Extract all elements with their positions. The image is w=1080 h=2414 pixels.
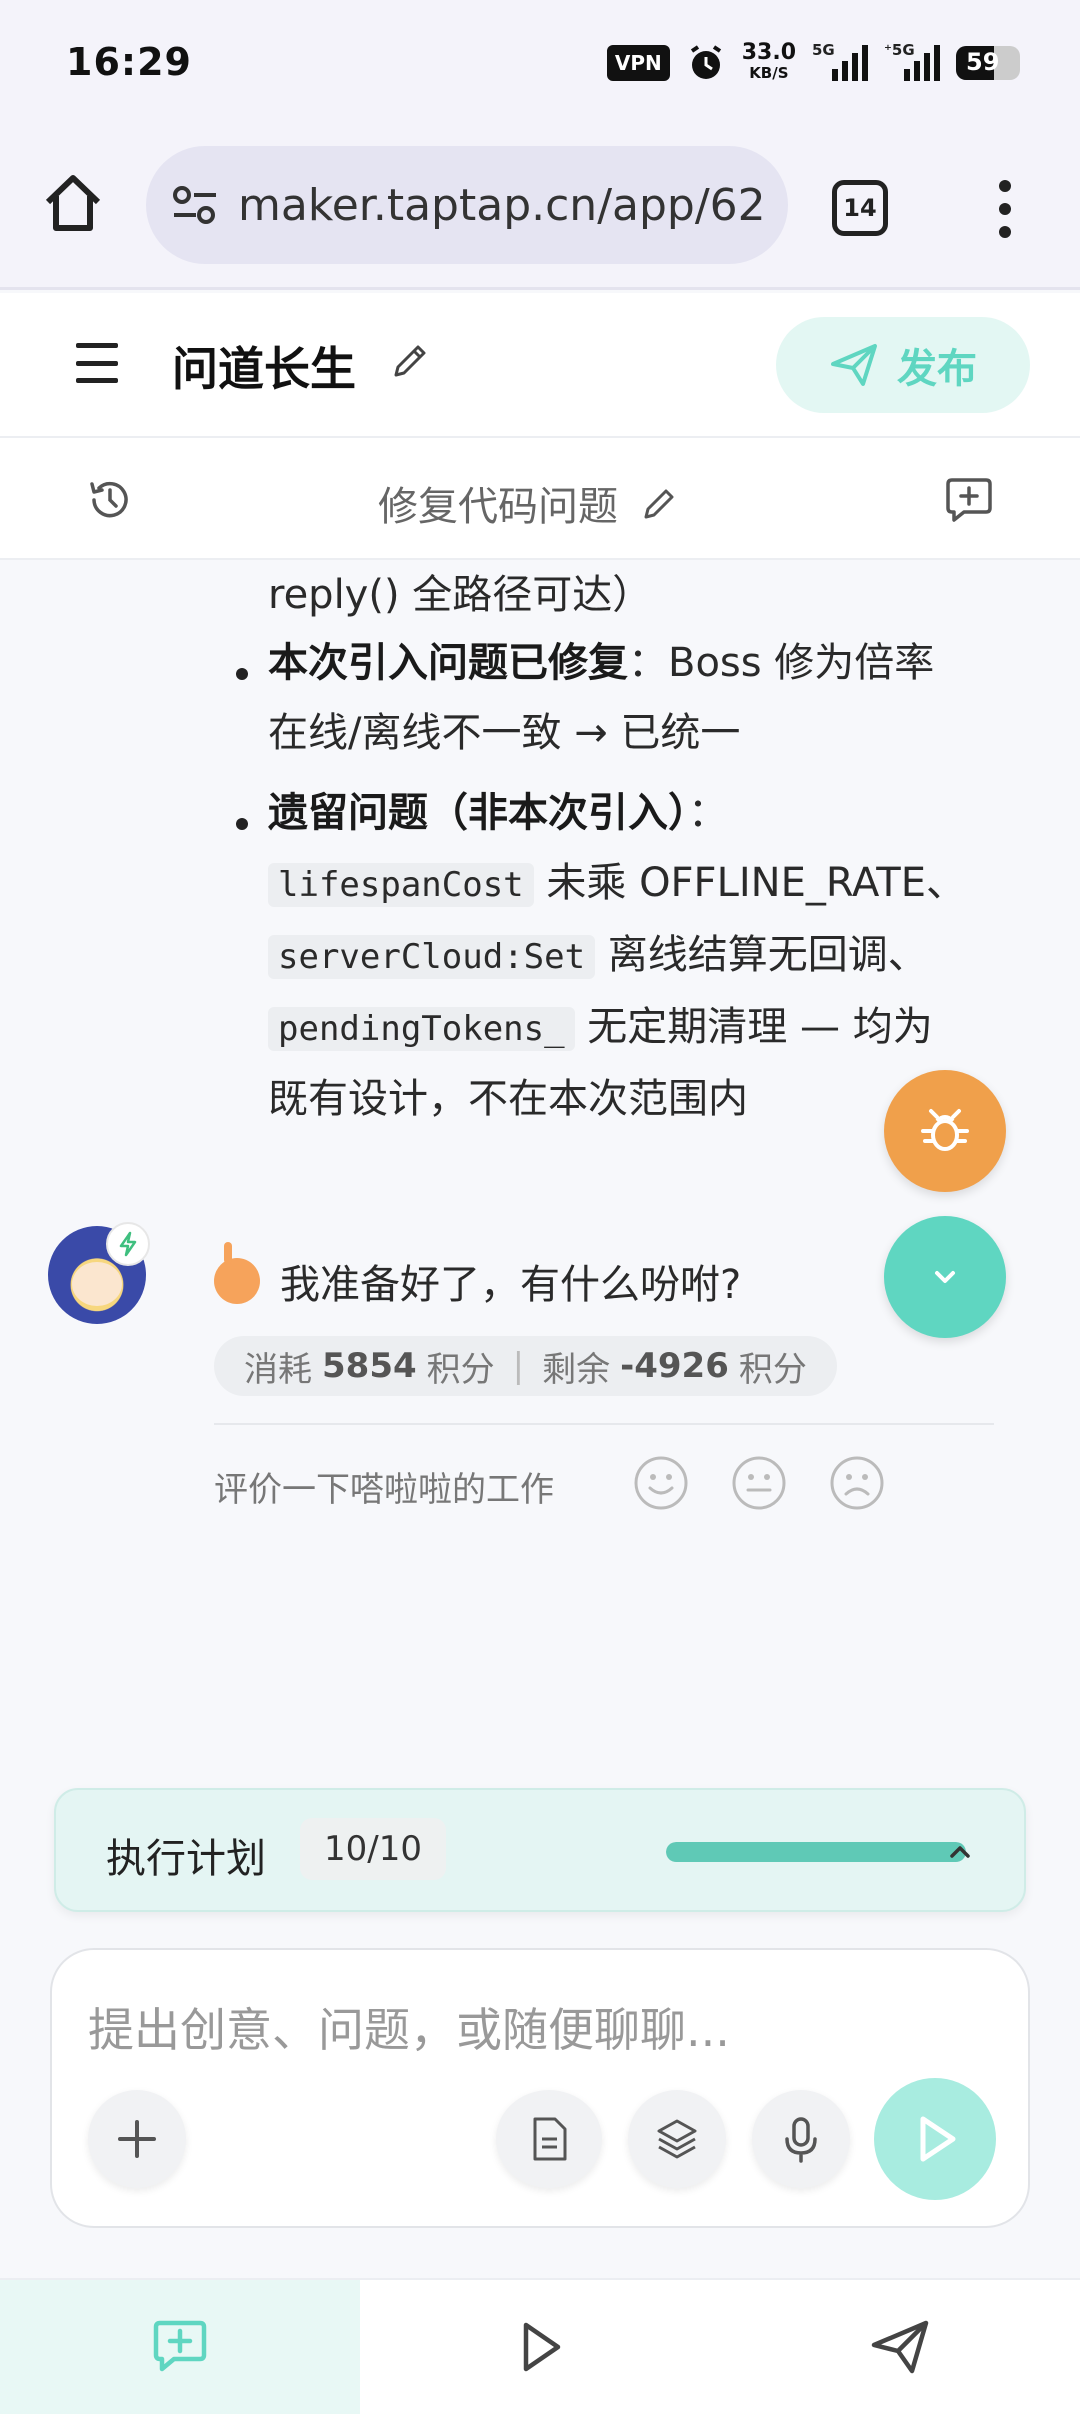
play-icon: [523, 2322, 561, 2372]
layers-icon: [657, 2119, 697, 2159]
greeting-text: 我准备好了，有什么吩咐?: [280, 1262, 742, 1308]
history-icon[interactable]: [86, 476, 134, 524]
document-button[interactable]: [496, 2090, 602, 2188]
nav-publish[interactable]: [720, 2280, 1080, 2414]
chat-add-icon: [153, 2320, 207, 2372]
more-menu-icon[interactable]: [990, 176, 1020, 242]
sad-face-icon[interactable]: [828, 1454, 886, 1512]
status-time: 16:29: [66, 40, 192, 84]
nav-play[interactable]: [360, 2280, 720, 2414]
send-icon: [831, 344, 877, 386]
code-span: lifespanCost: [268, 863, 534, 907]
nav-chat[interactable]: [0, 2280, 360, 2414]
site-settings-icon[interactable]: [170, 183, 220, 227]
code-span: pendingTokens_: [268, 1007, 575, 1051]
send-icon: [871, 2320, 929, 2374]
plan-progress-bar: [666, 1842, 966, 1862]
status-icons: VPN 33.0 KB/S 5G ⁺5G 59: [606, 38, 1020, 88]
document-icon: [533, 2117, 567, 2161]
plan-count: 10/10: [300, 1818, 446, 1880]
alarm-icon: [690, 45, 721, 79]
tabs-button[interactable]: 14: [832, 180, 888, 236]
rating-label: 评价一下嗒啦啦的工作: [214, 1470, 554, 1510]
neutral-face-icon[interactable]: [730, 1454, 788, 1512]
voice-button[interactable]: [752, 2090, 850, 2188]
publish-label: 发布: [897, 346, 977, 392]
assistant-avatar: [48, 1222, 150, 1324]
vpn-icon: VPN: [606, 45, 670, 81]
assistant-greeting: 我准备好了，有什么吩咐?: [214, 1242, 742, 1310]
chat-input-placeholder[interactable]: 提出创意、问题，或随便聊聊...: [88, 1994, 730, 2060]
new-chat-icon[interactable]: [942, 474, 996, 528]
app-title: 问道长生: [172, 342, 356, 396]
edit-title-icon[interactable]: [388, 339, 432, 383]
message-line: reply() 全路径可达）: [268, 572, 653, 618]
publish-button[interactable]: 发布: [776, 317, 1030, 413]
status-bar: 16:29 VPN 33.0 KB/S 5G ⁺5G 59: [0, 0, 1080, 130]
conversation-title[interactable]: 修复代码问题: [378, 474, 680, 532]
app-header: 问道长生 发布: [0, 293, 1080, 438]
bullet-dot: [236, 818, 248, 830]
layers-button[interactable]: [628, 2090, 726, 2188]
battery-icon: 59: [956, 46, 1020, 80]
plan-title: 执行计划: [106, 1836, 266, 1882]
raising-hand-emoji-icon: [214, 1242, 260, 1304]
execution-plan-bar[interactable]: 执行计划 10/10: [54, 1788, 1026, 1912]
plus-icon: [118, 2120, 156, 2158]
bullet-item-remaining: 遗留问题（非本次引入）： lifespanCost 未乘 OFFLINE_RAT…: [268, 790, 966, 1122]
lightning-badge-icon: [106, 1222, 150, 1266]
url-text: maker.taptap.cn/app/62: [238, 179, 766, 231]
home-icon[interactable]: [40, 170, 106, 236]
conversation-header: 修复代码问题: [0, 438, 1080, 560]
url-bar[interactable]: maker.taptap.cn/app/62: [146, 146, 788, 264]
edit-conversation-icon[interactable]: [640, 483, 680, 523]
menu-icon[interactable]: [76, 343, 118, 383]
bottom-navigation: [0, 2278, 1080, 2414]
smile-face-icon[interactable]: [632, 1454, 690, 1512]
code-span: serverCloud:Set: [268, 935, 596, 979]
play-send-icon: [920, 2116, 956, 2162]
microphone-icon: [785, 2117, 817, 2163]
signal-icon-1: 5G: [812, 41, 868, 81]
add-button[interactable]: [88, 2090, 186, 2188]
chat-input-box[interactable]: 提出创意、问题，或随便聊聊...: [50, 1948, 1030, 2228]
bullet-item-fixed: 本次引入问题已修复：Boss 修为倍率 在线/离线不一致 → 已统一: [268, 640, 935, 756]
divider: [214, 1423, 994, 1425]
bug-icon: [921, 1109, 969, 1151]
send-button[interactable]: [874, 2078, 996, 2200]
bullet-dot: [236, 668, 248, 680]
signal-icon-2: ⁺5G: [884, 41, 940, 81]
credit-usage-badge: 消耗 5854 积分 | 剩余 -4926 积分: [214, 1336, 837, 1396]
debug-button[interactable]: [884, 1070, 1006, 1192]
conversation-title-text: 修复代码问题: [378, 484, 618, 530]
chevron-down-icon: [935, 1271, 955, 1283]
scroll-down-button[interactable]: [884, 1216, 1006, 1338]
chevron-up-icon[interactable]: [940, 1832, 980, 1872]
browser-toolbar: maker.taptap.cn/app/62 14: [0, 130, 1080, 290]
network-speed: 33.0 KB/S: [741, 40, 796, 83]
